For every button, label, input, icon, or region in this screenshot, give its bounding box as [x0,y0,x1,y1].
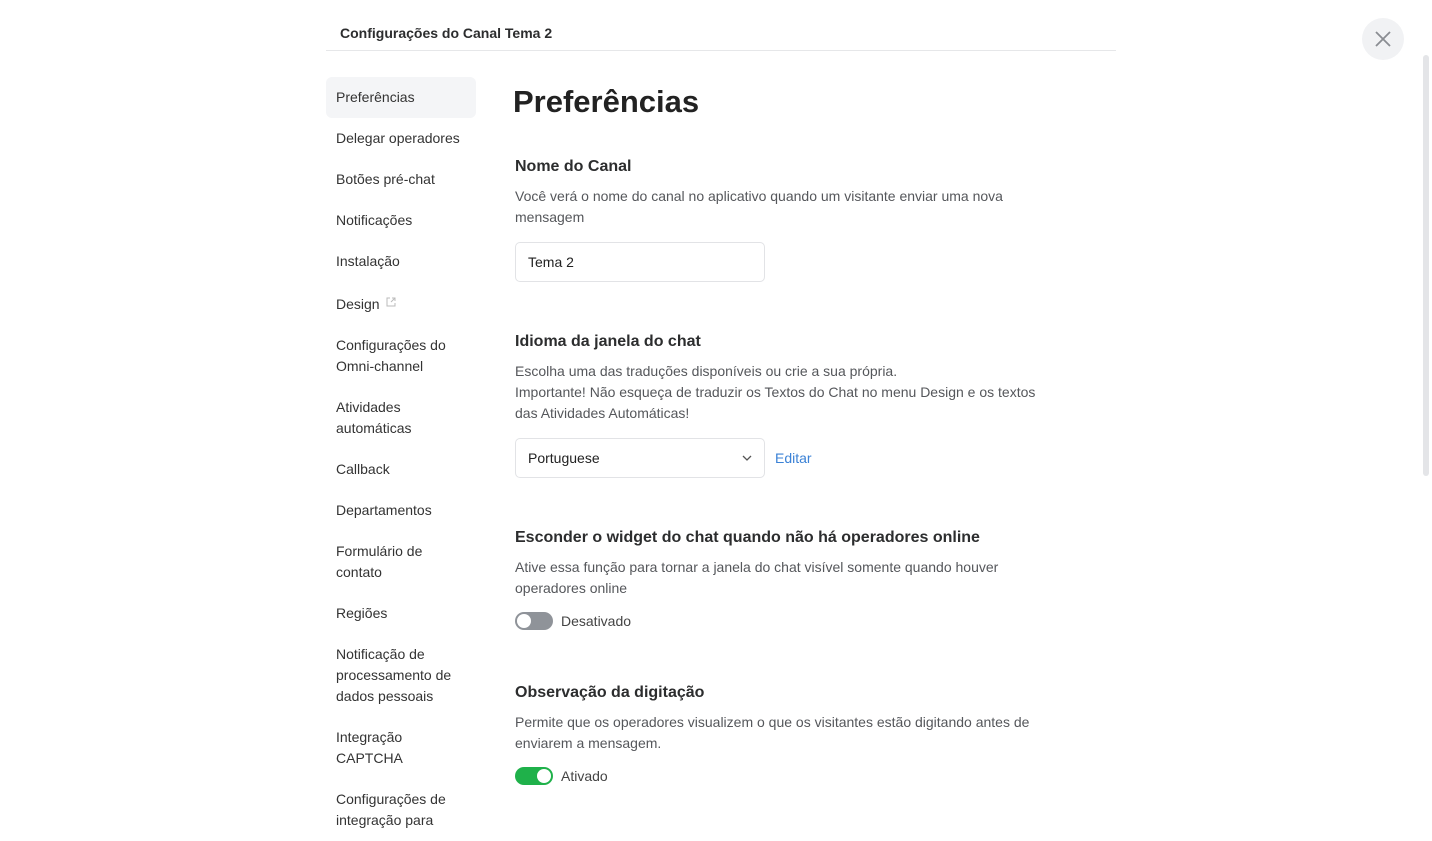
section-heading: Observação da digitação [515,684,705,701]
sidebar-item-label: Preferências [336,89,415,105]
sidebar-item-label: Integração CAPTCHA [336,729,403,766]
section-heading: Idioma da janela do chat [515,333,701,350]
sidebar-item-label: Callback [336,461,390,477]
sidebar-item-label: Delegar operadores [336,130,460,146]
sidebar-item[interactable]: Design [326,282,476,325]
sidebar-item-label: Regiões [336,605,388,621]
sidebar-item[interactable]: Configurações de integração para [326,779,476,841]
scrollbar[interactable] [1423,55,1429,476]
close-button[interactable] [1362,18,1404,60]
section-description: Permite que os operadores visualizem o q… [515,714,1030,751]
sidebar-item[interactable]: Configurações do Omni-channel [326,325,476,387]
page-title: Preferências [513,84,700,119]
sidebar-item-label: Design [336,296,380,312]
section-typing: Observação da digitação Permite que os o… [515,682,1060,785]
language-select[interactable]: Portuguese [515,438,765,478]
sidebar-item[interactable]: Callback [326,449,476,490]
sidebar-item-label: Configurações do Omni-channel [336,337,446,374]
section-heading: Esconder o widget do chat quando não há … [515,529,980,546]
sidebar-item[interactable]: Integração CAPTCHA [326,717,476,779]
sidebar-item-label: Atividades automáticas [336,399,412,436]
sidebar-item-label: Botões pré-chat [336,171,435,187]
sidebar-item[interactable]: Notificações [326,200,476,241]
sidebar-item[interactable]: Atividades automáticas [326,387,476,449]
section-hide-widget: Esconder o widget do chat quando não há … [515,527,1060,630]
edit-language-link[interactable]: Editar [775,450,812,466]
sidebar-item-label: Instalação [336,253,400,269]
section-language: Idioma da janela do chat Escolha uma das… [515,331,1060,478]
sidebar-item-label: Formulário de contato [336,543,423,580]
section-description: Ative essa função para tornar a janela d… [515,559,999,596]
sidebar-item[interactable]: Instalação [326,241,476,282]
sidebar-item-label: Notificações [336,212,413,228]
sidebar-nav: Preferências Delegar operadores Botões pré… [326,77,476,841]
section-description: Você verá o nome do canal no aplicativo … [515,188,1003,225]
close-icon [1375,31,1391,47]
typing-preview-toggle[interactable] [515,767,553,785]
toggle-state-label: Ativado [561,768,608,784]
preferences-content: Preferências Nome do Canal Você verá o n… [513,82,1060,785]
sidebar-item-label: Notificação de processamento de dados pe… [336,646,452,704]
sidebar-item[interactable]: Botões pré-chat [326,159,476,200]
sidebar-item[interactable]: Delegar operadores [326,118,476,159]
sidebar-item-label: Departamentos [336,502,432,518]
sidebar-item[interactable]: Regiões [326,593,476,634]
dialog-header: Configurações do Canal Tema 2 [326,0,1116,51]
chevron-down-icon [742,455,752,461]
toggle-state-label: Desativado [561,613,632,629]
section-channel-name: Nome do Canal Você verá o nome do canal … [515,156,1060,282]
sidebar-item[interactable]: Notificação de processamento de dados pe… [326,634,476,717]
hide-widget-toggle[interactable] [515,612,553,630]
section-description: Escolha uma das traduções disponíveis ou… [515,363,1036,421]
sidebar-item[interactable]: Formulário de contato [326,531,476,593]
language-select-value: Portuguese [528,450,600,466]
sidebar-item-label: Configurações de integração para [336,791,446,828]
sidebar-item[interactable]: Departamentos [326,490,476,531]
dialog-title: Configurações do Canal Tema 2 [340,25,553,41]
section-heading: Nome do Canal [515,158,632,175]
channel-name-input[interactable]: Tema 2 [515,242,765,282]
external-link-icon [386,292,396,313]
sidebar-item[interactable]: Preferências [326,77,476,118]
